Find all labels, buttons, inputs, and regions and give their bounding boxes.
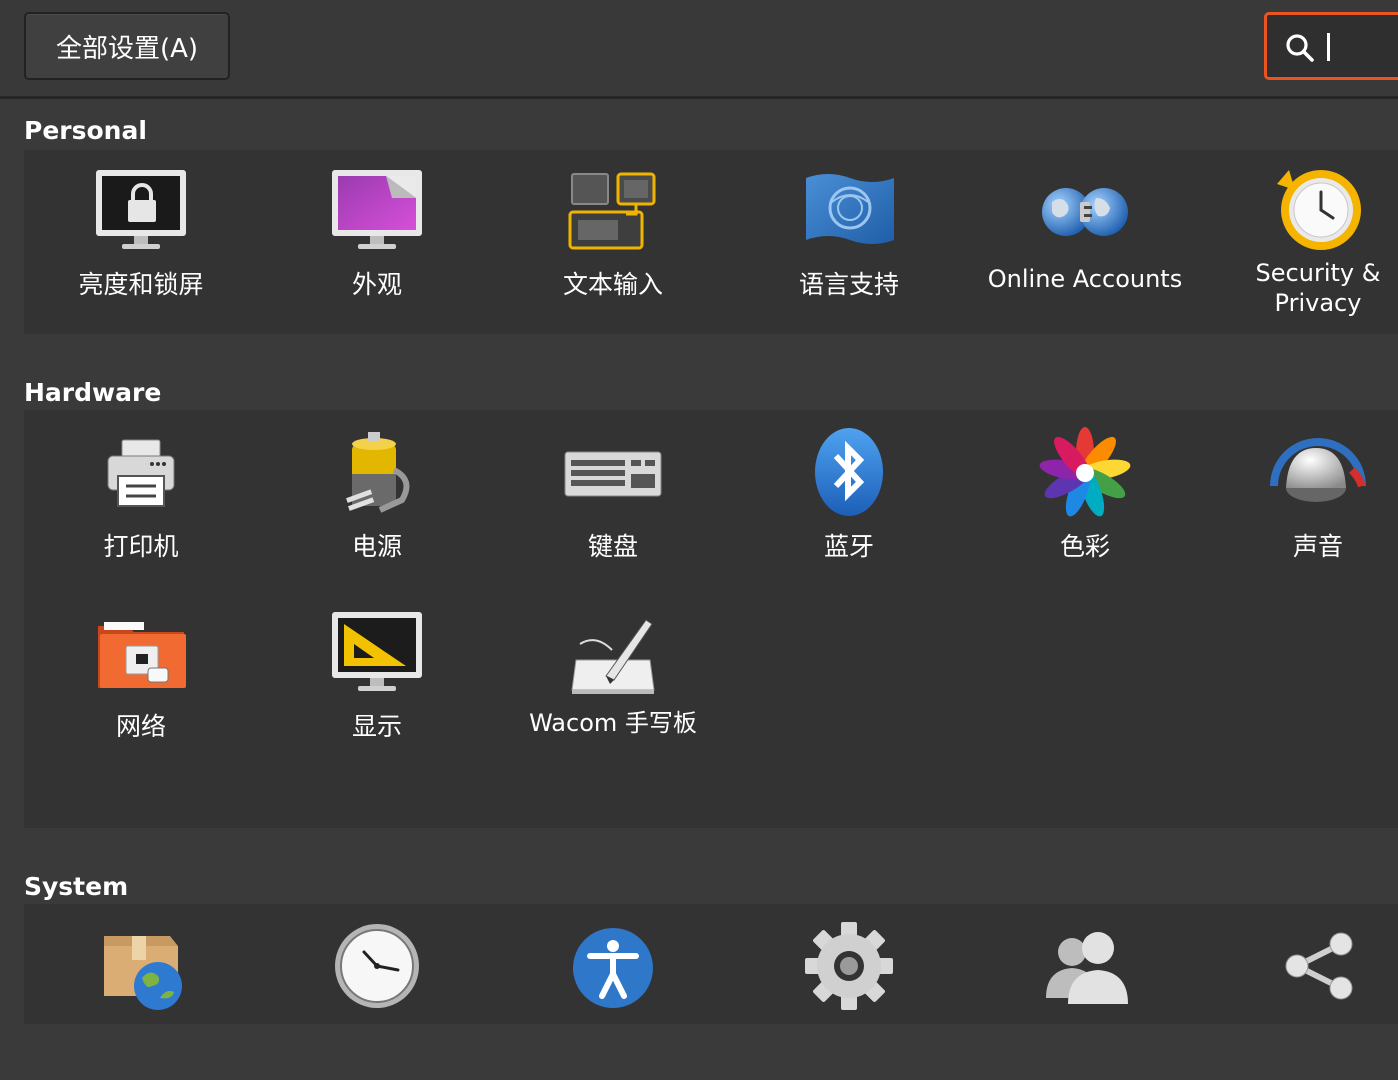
tile-sharing[interactable] <box>1200 910 1398 1080</box>
user-accounts-icon <box>1035 916 1135 1010</box>
printer-icon <box>91 426 191 520</box>
section-title-system: System <box>24 872 129 901</box>
tile-wacom-tablet[interactable]: Wacom 手写板 <box>495 600 731 770</box>
tile-display[interactable]: 显示 <box>259 600 495 770</box>
tile-label: Wacom 手写板 <box>529 709 697 737</box>
network-icon <box>91 606 191 700</box>
tile-universal-access[interactable] <box>495 910 731 1080</box>
personal-panel: 亮度和锁屏 外观 文本输入 语言支持 Online Accounts Secur… <box>24 150 1398 334</box>
tile-label: 键盘 <box>587 532 638 561</box>
tile-label-line1: Security & <box>1255 259 1381 287</box>
tile-label: 声音 <box>1292 532 1343 561</box>
tile-online-accounts[interactable]: Online Accounts <box>967 158 1203 328</box>
security-privacy-icon <box>1268 160 1368 254</box>
tile-details[interactable] <box>731 910 967 1080</box>
hardware-panel: 打印机 电源 键盘 蓝牙 色彩 声音 网络 显示 Wacom 手写板 <box>24 410 1398 828</box>
tile-user-accounts[interactable] <box>967 910 1203 1080</box>
software-updates-icon <box>91 916 191 1010</box>
bluetooth-icon <box>799 426 899 520</box>
section-title-hardware: Hardware <box>24 378 162 407</box>
tile-label: 打印机 <box>103 532 179 561</box>
time-date-icon <box>327 916 427 1010</box>
tile-bluetooth[interactable]: 蓝牙 <box>731 420 967 590</box>
search-input[interactable] <box>1325 29 1398 65</box>
tile-sound[interactable]: 声音 <box>1200 420 1398 590</box>
tile-security-privacy[interactable]: Security & Privacy <box>1200 154 1398 324</box>
tile-label: 蓝牙 <box>823 532 874 561</box>
keyboard-icon <box>563 426 663 520</box>
wacom-tablet-icon <box>563 606 663 700</box>
tile-label: 亮度和锁屏 <box>78 270 204 299</box>
tile-text-entry[interactable]: 文本输入 <box>495 158 731 328</box>
tile-label: 外观 <box>351 270 402 299</box>
display-icon <box>327 606 427 700</box>
tile-language-support[interactable]: 语言支持 <box>731 158 967 328</box>
tile-label: Online Accounts <box>987 265 1183 293</box>
text-caret <box>1327 33 1330 61</box>
brightness-lock-icon <box>91 164 191 258</box>
text-entry-icon <box>563 164 663 258</box>
tile-label: 文本输入 <box>562 270 663 299</box>
tile-label: 电源 <box>351 532 402 561</box>
tile-label: 网络 <box>115 712 166 741</box>
tile-label: 语言支持 <box>798 270 899 299</box>
search-box[interactable] <box>1264 12 1398 80</box>
tile-color[interactable]: 色彩 <box>967 420 1203 590</box>
section-title-personal: Personal <box>24 116 147 145</box>
tile-printer[interactable]: 打印机 <box>23 420 259 590</box>
header-bar: 全部设置(A) <box>0 0 1398 99</box>
language-support-icon <box>799 164 899 258</box>
sound-icon <box>1268 426 1368 520</box>
color-icon <box>1035 426 1135 520</box>
tile-network[interactable]: 网络 <box>23 600 259 770</box>
tile-label-line2: Privacy <box>1274 289 1362 317</box>
all-settings-button[interactable]: 全部设置(A) <box>24 12 230 80</box>
tile-label: 显示 <box>351 712 402 741</box>
tile-software-updates[interactable] <box>23 910 259 1080</box>
appearance-icon <box>327 164 427 258</box>
tile-label: Security & Privacy <box>1200 258 1398 318</box>
search-icon <box>1286 34 1314 62</box>
power-icon <box>327 426 427 520</box>
tile-keyboard[interactable]: 键盘 <box>495 420 731 590</box>
details-gear-icon <box>799 916 899 1010</box>
system-panel <box>24 904 1398 1024</box>
tile-brightness-lock[interactable]: 亮度和锁屏 <box>23 158 259 328</box>
sharing-icon <box>1268 916 1368 1010</box>
tile-appearance[interactable]: 外观 <box>259 158 495 328</box>
tile-time-date[interactable] <box>259 910 495 1080</box>
tile-power[interactable]: 电源 <box>259 420 495 590</box>
online-accounts-icon <box>1035 164 1135 258</box>
universal-access-icon <box>563 916 663 1010</box>
all-settings-label: 全部设置(A) <box>55 33 199 64</box>
tile-label: 色彩 <box>1059 532 1110 561</box>
